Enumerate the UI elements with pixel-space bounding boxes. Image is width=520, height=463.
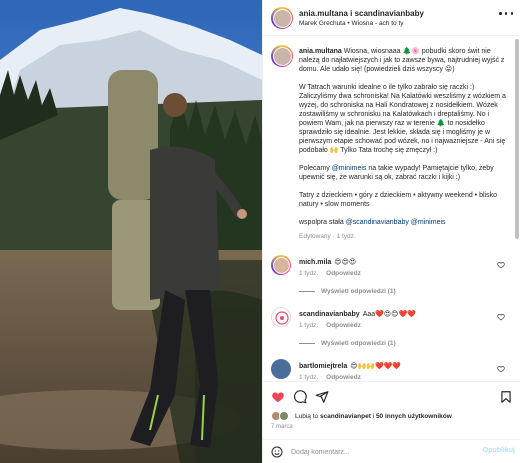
commenter-name[interactable]: scandinavianbaby bbox=[299, 311, 360, 318]
hiker-mountain-photo bbox=[0, 0, 262, 463]
likes-others[interactable]: 50 innych użytkowników bbox=[376, 413, 452, 420]
commenter-name[interactable]: mich.mila bbox=[299, 259, 331, 266]
comments-scroll[interactable]: ania.multana Wiosna, wiosnaaa 🌲🌸 pobudki… bbox=[263, 37, 515, 381]
post-side-panel: ania.multana i scandinavianbaby Marek Gr… bbox=[262, 0, 520, 463]
caption-p2: W Tatrach warunki idealne o ile tylko za… bbox=[299, 84, 506, 154]
header-user[interactable]: ania.multana i scandinavianbaby bbox=[299, 9, 424, 18]
view-replies-button[interactable]: Wyświetl odpowiedzi (1) bbox=[299, 340, 396, 347]
caption-p3-before: Polecamy bbox=[299, 165, 332, 172]
author-avatar[interactable] bbox=[271, 7, 293, 29]
comment-meta: 1 tydz. Odpowiedz bbox=[299, 270, 361, 277]
reply-button[interactable]: Odpowiedz bbox=[326, 374, 361, 381]
caption-hashtags: Tatry z dzieckiem • góry z dzieckiem • a… bbox=[299, 192, 497, 208]
likes-prefix: Lubią to bbox=[295, 413, 320, 420]
header-audio[interactable]: Marek Grechuta • Wiosna - ach to ty bbox=[299, 20, 404, 27]
share-icon[interactable] bbox=[315, 390, 329, 404]
comment-meta: 1 tydz. Odpowiedz bbox=[299, 374, 361, 381]
comment-text: Aaa❤️😍😊❤️❤️ bbox=[362, 311, 416, 318]
view-replies-button[interactable]: Wyświetl odpowiedzi (1) bbox=[299, 288, 396, 295]
comment-meta: 1 tydz. Odpowiedz bbox=[299, 322, 361, 329]
commenter-avatar[interactable] bbox=[271, 255, 291, 275]
comment-input[interactable] bbox=[291, 445, 461, 459]
comment-line: bartlomiejtrela 😍🙌🙌❤️❤️❤️ bbox=[299, 362, 479, 370]
caption-avatar[interactable] bbox=[271, 45, 293, 67]
reply-button[interactable]: Odpowiedz bbox=[326, 322, 361, 329]
scrollbar[interactable] bbox=[514, 37, 520, 381]
comment-time: 1 tydz. bbox=[299, 374, 319, 381]
action-bar: Lubią to scandinavianpet i 50 innych uży… bbox=[263, 381, 520, 463]
post-date[interactable]: 7 marca bbox=[271, 424, 293, 430]
caption-p5-before: wspolpra stała bbox=[299, 219, 346, 226]
comment-like-icon[interactable] bbox=[497, 313, 505, 321]
commenter-name[interactable]: bartlomiejtrela bbox=[299, 363, 347, 370]
likes-text: Lubią to scandinavianpet i 50 innych uży… bbox=[295, 413, 452, 420]
caption-text: ania.multana Wiosna, wiosnaaa 🌲🌸 pobudki… bbox=[299, 47, 513, 241]
comment-text: 😍😍😍 bbox=[334, 259, 357, 266]
post-comment-button[interactable]: Opublikuj bbox=[483, 447, 515, 454]
more-options-icon[interactable] bbox=[499, 12, 513, 18]
post-photo[interactable] bbox=[0, 0, 262, 463]
comment-like-icon[interactable] bbox=[497, 365, 505, 373]
view-replies-label: Wyświetl odpowiedzi (1) bbox=[321, 340, 396, 347]
reply-button[interactable]: Odpowiedz bbox=[326, 270, 361, 277]
caption-user[interactable]: ania.multana bbox=[299, 48, 342, 55]
like-heart-icon[interactable] bbox=[271, 390, 285, 404]
emoji-icon[interactable] bbox=[271, 446, 283, 458]
mention-links[interactable]: @scandinavianbaby @minimeis bbox=[346, 219, 446, 226]
comment-icon[interactable] bbox=[293, 390, 307, 404]
view-replies-label: Wyświetl odpowiedzi (1) bbox=[321, 288, 396, 295]
comment-line: mich.mila 😍😍😍 bbox=[299, 258, 479, 266]
comment-line: scandinavianbaby Aaa❤️😍😊❤️❤️ bbox=[299, 310, 479, 318]
comment-text: 😍🙌🙌❤️❤️❤️ bbox=[350, 363, 402, 370]
comment-time: 1 tydz. bbox=[299, 270, 319, 277]
comment-like-icon[interactable] bbox=[497, 261, 505, 269]
liker-avatar bbox=[279, 411, 289, 421]
scrollbar-thumb[interactable] bbox=[515, 39, 519, 239]
add-comment-row: Opublikuj bbox=[263, 439, 520, 463]
likes-user[interactable]: scandinavianpet bbox=[320, 413, 371, 420]
commenter-avatar[interactable] bbox=[271, 359, 291, 379]
bookmark-icon[interactable] bbox=[499, 390, 513, 404]
comment-time: 1 tydz. bbox=[299, 322, 319, 329]
commenter-avatar[interactable] bbox=[271, 307, 291, 327]
post-header: ania.multana i scandinavianbaby Marek Gr… bbox=[263, 0, 520, 36]
caption-meta: Edytowany · 1 tydz. bbox=[299, 233, 356, 240]
mention-link[interactable]: @minimeis bbox=[332, 165, 367, 172]
